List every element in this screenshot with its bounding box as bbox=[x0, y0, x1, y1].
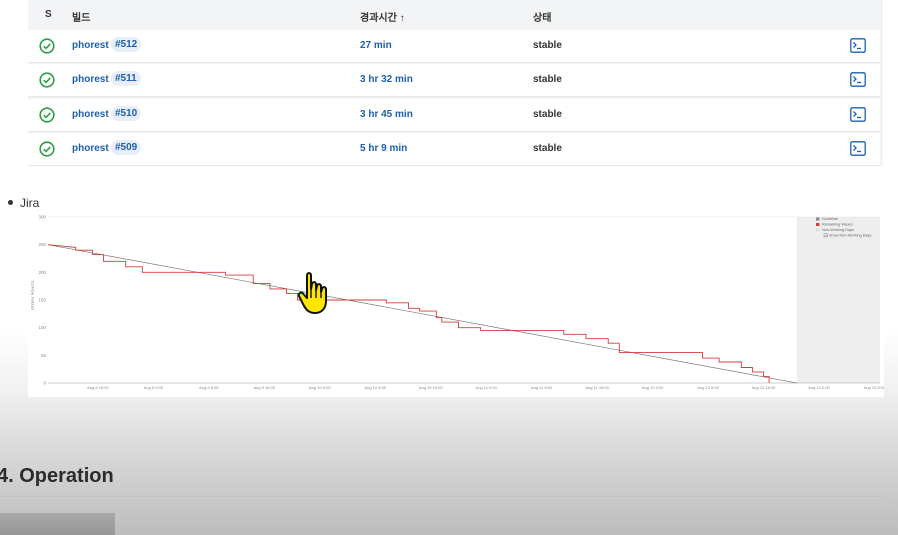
duration-link[interactable]: 3 hr 45 min bbox=[360, 109, 413, 120]
table-row: phorest #512 27 min stable bbox=[28, 30, 880, 63]
job-link[interactable]: phorest bbox=[72, 40, 109, 51]
success-check-icon bbox=[39, 107, 55, 123]
console-output-icon[interactable] bbox=[850, 107, 866, 122]
console-output-icon[interactable] bbox=[850, 38, 866, 53]
legend-swatch bbox=[816, 217, 820, 221]
duration-link[interactable]: 27 min bbox=[360, 40, 392, 51]
column-header-build[interactable]: 빌드 bbox=[72, 9, 90, 24]
x-tick-label: Aug 9 16:00 bbox=[254, 385, 276, 390]
success-check-icon bbox=[39, 72, 55, 88]
x-tick-label: Aug 9 0:00 bbox=[144, 385, 164, 390]
legend-swatch bbox=[816, 223, 820, 226]
build-state: stable bbox=[533, 109, 562, 120]
chart-background bbox=[28, 212, 884, 397]
build-history-table: S 빌드 경과시간 ↑ 상태 phorest #512 27 min stabl… bbox=[28, 0, 883, 166]
jira-label: Jira bbox=[20, 196, 40, 210]
y-tick-label: 50 bbox=[41, 353, 47, 358]
build-number-link[interactable]: #509 bbox=[111, 140, 142, 155]
burndown-chart: 300250200150100500 Aug 8 16:00 Aug 9 0:00… bbox=[28, 212, 884, 397]
x-tick-label: Aug 12 8:00 bbox=[697, 385, 719, 390]
y-axis-label: STORY POINTS bbox=[30, 280, 35, 310]
x-tick-label: Aug 11 16:00 bbox=[585, 385, 609, 390]
x-tick-label: Aug 11 8:00 bbox=[531, 385, 553, 390]
duration-link[interactable]: 3 hr 32 min bbox=[360, 74, 413, 85]
section-heading: 4. Operation bbox=[0, 465, 114, 487]
legend-swatch bbox=[816, 228, 820, 232]
job-link[interactable]: phorest bbox=[72, 143, 109, 154]
console-output-icon[interactable] bbox=[850, 141, 866, 156]
y-tick-label: 250 bbox=[38, 242, 46, 247]
table-row: phorest #509 5 hr 9 min stable bbox=[28, 133, 880, 166]
section-divider bbox=[0, 496, 885, 497]
x-tick-label: Aug 10 0:00 bbox=[309, 385, 331, 390]
column-header-duration[interactable]: 경과시간 ↑ bbox=[360, 9, 405, 24]
x-tick-label: Aug 9 8:00 bbox=[199, 385, 219, 390]
build-number-link[interactable]: #512 bbox=[111, 37, 142, 52]
build-state: stable bbox=[533, 143, 562, 154]
section-image bbox=[0, 513, 115, 535]
x-tick-label: Aug 11 0:00 bbox=[476, 385, 498, 390]
table-row: phorest #510 3 hr 45 min stable bbox=[28, 99, 880, 132]
y-tick-label: 100 bbox=[38, 325, 46, 330]
legend-checkbox-label: Show Non-Working Days bbox=[829, 234, 871, 238]
x-tick-label: Aug 12 0:00 bbox=[642, 385, 664, 390]
table-header: S 빌드 경과시간 ↑ 상태 bbox=[28, 0, 883, 28]
job-link[interactable]: phorest bbox=[72, 109, 109, 120]
bullet-dot bbox=[8, 200, 13, 206]
y-tick-label: 150 bbox=[38, 298, 46, 303]
build-number-link[interactable]: #511 bbox=[111, 71, 141, 86]
build-state: stable bbox=[533, 74, 562, 85]
non-working-days-area bbox=[796, 217, 880, 383]
x-tick-label: Aug 13 8:00 bbox=[864, 385, 884, 390]
x-tick-label: Aug 8 16:00 bbox=[87, 385, 109, 390]
x-tick-label: Aug 10 16:00 bbox=[419, 385, 444, 390]
console-output-icon[interactable] bbox=[850, 72, 866, 87]
build-state: stable bbox=[533, 40, 562, 51]
duration-link[interactable]: 5 hr 9 min bbox=[360, 143, 407, 154]
y-tick-label: 200 bbox=[38, 270, 46, 275]
success-check-icon bbox=[39, 141, 55, 157]
table-row: phorest #511 3 hr 32 min stable bbox=[28, 64, 880, 97]
legend-item-label: Remaining Values bbox=[822, 223, 853, 227]
success-check-icon bbox=[39, 38, 55, 54]
jira-list-item: Jira bbox=[8, 196, 39, 210]
x-tick-label: Aug 12 16:00 bbox=[752, 385, 777, 390]
build-number-link[interactable]: #510 bbox=[111, 106, 142, 121]
column-header-status[interactable]: S bbox=[45, 9, 52, 20]
hand-cursor-icon bbox=[297, 272, 327, 314]
x-tick-label: Aug 10 8:00 bbox=[364, 385, 386, 390]
y-tick-label: 300 bbox=[38, 215, 46, 220]
legend-item-label: Guideline bbox=[822, 217, 838, 221]
job-link[interactable]: phorest bbox=[72, 74, 109, 85]
x-tick-label: Aug 13 0:00 bbox=[808, 385, 830, 390]
legend-item-label: Non-Working Days bbox=[822, 228, 854, 232]
column-header-state[interactable]: 상태 bbox=[533, 9, 551, 24]
